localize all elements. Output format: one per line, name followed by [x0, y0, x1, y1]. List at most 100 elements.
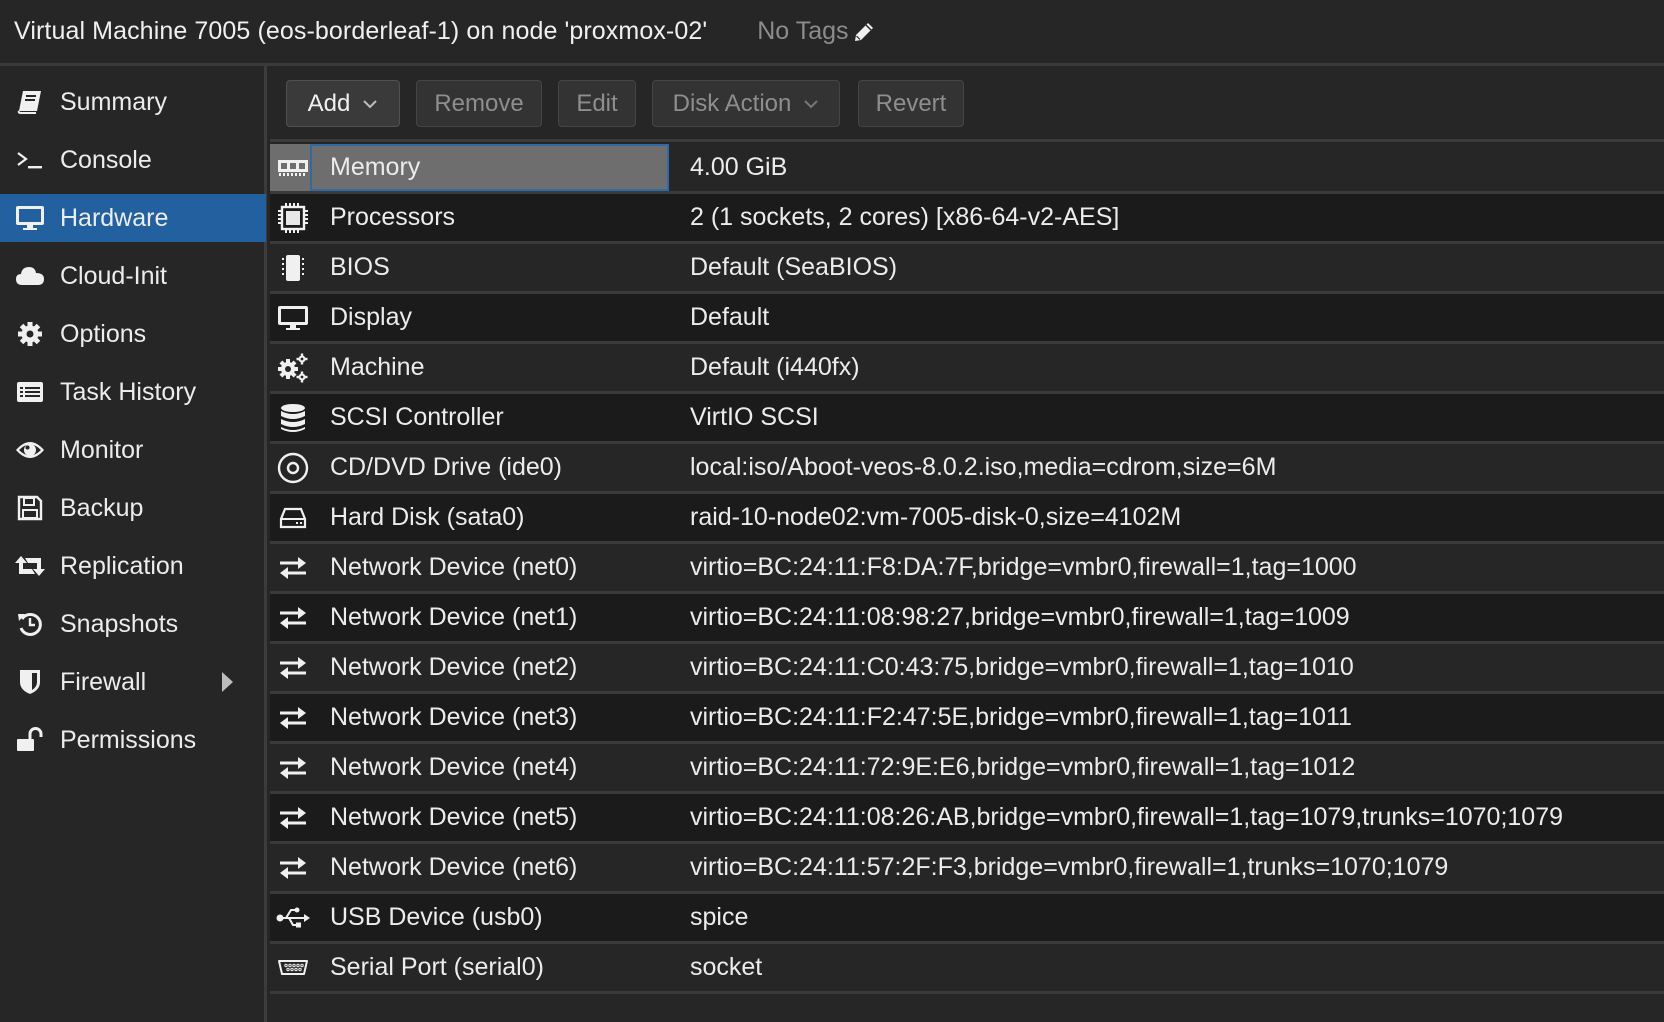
hardware-name: Network Device (net5) [330, 803, 578, 831]
table-row[interactable]: CD/DVD Drive (ide0) local:iso/Aboot-veos… [270, 444, 1664, 494]
table-row[interactable]: Network Device (net5) virtio=BC:24:11:08… [270, 794, 1664, 844]
hardware-value: Default (i440fx) [690, 353, 860, 381]
pencil-icon[interactable] [853, 21, 875, 43]
sidebar-item-snapshots[interactable]: Snapshots [0, 600, 266, 648]
table-row[interactable]: Network Device (net6) virtio=BC:24:11:57… [270, 844, 1664, 894]
page-title: Virtual Machine 7005 (eos-borderleaf-1) … [14, 17, 708, 45]
hardware-name: USB Device (usb0) [330, 903, 543, 931]
table-row[interactable]: USB Device (usb0) spice [270, 894, 1664, 944]
tags-label: No Tags [757, 17, 849, 45]
hardware-value: 4.00 GiB [690, 153, 788, 181]
hardware-name: Processors [330, 203, 456, 231]
cpu-icon [276, 201, 310, 235]
history-icon [14, 608, 46, 640]
hardware-panel: Add Remove Edit Disk Action Revert Memor… [270, 66, 1664, 1022]
exchange-icon [276, 551, 310, 585]
usb-icon [276, 901, 310, 935]
gear-icon [14, 318, 46, 350]
sidebar-item-monitor[interactable]: Monitor [0, 426, 266, 474]
hardware-name: Network Device (net4) [330, 753, 578, 781]
sidebar-item-replication[interactable]: Replication [0, 542, 266, 590]
unlock-icon [14, 724, 46, 756]
hardware-name: Hard Disk (sata0) [330, 503, 525, 531]
sidebar-item-task-history[interactable]: Task History [0, 368, 266, 416]
hardware-value: virtio=BC:24:11:F8:DA:7F,bridge=vmbr0,fi… [690, 553, 1357, 581]
book-icon [14, 86, 46, 118]
exchange-icon [276, 801, 310, 835]
table-row[interactable]: Network Device (net1) virtio=BC:24:11:08… [270, 594, 1664, 644]
hardware-name: Serial Port (serial0) [330, 953, 544, 981]
hardware-name: Machine [330, 353, 425, 381]
hardware-value: Default [690, 303, 770, 331]
edit-button[interactable]: Edit [558, 80, 636, 127]
hardware-value: Default (SeaBIOS) [690, 253, 898, 281]
desktop-icon [276, 301, 310, 335]
exchange-icon [276, 851, 310, 885]
sidebar-nav: Summary Console Hardware Cloud-Init Opti… [0, 66, 267, 1022]
hardware-name: Network Device (net3) [330, 703, 578, 731]
expand-arrow-icon[interactable] [222, 672, 233, 692]
hardware-name: BIOS [330, 253, 390, 281]
hardware-value: spice [690, 903, 749, 931]
list-alt-icon [14, 376, 46, 408]
table-row[interactable]: Hard Disk (sata0) raid-10-node02:vm-7005… [270, 494, 1664, 544]
hardware-value: virtio=BC:24:11:08:26:AB,bridge=vmbr0,fi… [690, 803, 1564, 831]
hardware-value: raid-10-node02:vm-7005-disk-0,size=4102M [690, 503, 1182, 531]
chevron-down-icon [363, 99, 378, 108]
sidebar-item-backup[interactable]: Backup [0, 484, 266, 532]
microchip-icon [276, 251, 310, 285]
hardware-name: Network Device (net1) [330, 603, 578, 631]
hardware-value: local:iso/Aboot-veos-8.0.2.iso,media=cdr… [690, 453, 1277, 481]
table-row[interactable]: BIOS Default (SeaBIOS) [270, 244, 1664, 294]
cdrom-icon [276, 451, 310, 485]
hardware-value: virtio=BC:24:11:57:2F:F3,bridge=vmbr0,fi… [690, 853, 1449, 881]
disk-action-button[interactable]: Disk Action [652, 80, 840, 127]
table-row[interactable]: Machine Default (i440fx) [270, 344, 1664, 394]
table-row[interactable]: Memory 4.00 GiB [270, 144, 1664, 194]
table-row[interactable]: Serial Port (serial0) socket [270, 944, 1664, 994]
exchange-icon [276, 701, 310, 735]
memory-icon [276, 151, 310, 185]
sidebar-item-options[interactable]: Options [0, 310, 266, 358]
sidebar-item-console[interactable]: Console [0, 136, 266, 184]
table-row[interactable]: Network Device (net0) virtio=BC:24:11:F8… [270, 544, 1664, 594]
hardware-toolbar: Add Remove Edit Disk Action Revert [270, 66, 1664, 142]
terminal-icon [14, 144, 46, 176]
add-button[interactable]: Add [286, 80, 400, 127]
eye-icon [14, 434, 46, 466]
exchange-icon [276, 601, 310, 635]
sidebar-item-hardware[interactable]: Hardware [0, 194, 266, 242]
sidebar-item-firewall[interactable]: Firewall [0, 658, 266, 706]
page-header: Virtual Machine 7005 (eos-borderleaf-1) … [0, 0, 1664, 66]
shield-icon [14, 666, 46, 698]
database-icon [276, 401, 310, 435]
chevron-down-icon [804, 99, 819, 108]
hardware-value: virtio=BC:24:11:72:9E:E6,bridge=vmbr0,fi… [690, 753, 1356, 781]
hardware-name: Network Device (net0) [330, 553, 578, 581]
hardware-name: Memory [310, 144, 669, 191]
table-row[interactable]: Network Device (net4) virtio=BC:24:11:72… [270, 744, 1664, 794]
hardware-value: VirtIO SCSI [690, 403, 819, 431]
remove-button[interactable]: Remove [416, 80, 542, 127]
cogs-icon [276, 351, 310, 385]
hardware-value: virtio=BC:24:11:F2:47:5E,bridge=vmbr0,fi… [690, 703, 1352, 731]
hardware-name: CD/DVD Drive (ide0) [330, 453, 562, 481]
hardware-name: SCSI Controller [330, 403, 504, 431]
table-row[interactable]: Network Device (net2) virtio=BC:24:11:C0… [270, 644, 1664, 694]
table-row[interactable]: Network Device (net3) virtio=BC:24:11:F2… [270, 694, 1664, 744]
sidebar-item-cloud-init[interactable]: Cloud-Init [0, 252, 266, 300]
table-row[interactable]: Display Default [270, 294, 1664, 344]
sidebar-item-summary[interactable]: Summary [0, 78, 266, 126]
hardware-value: virtio=BC:24:11:C0:43:75,bridge=vmbr0,fi… [690, 653, 1354, 681]
hardware-name: Network Device (net6) [330, 853, 578, 881]
tags-edit[interactable]: No Tags [757, 17, 874, 46]
hardware-name: Display [330, 303, 412, 331]
hardware-name: Network Device (net2) [330, 653, 578, 681]
hardware-value: 2 (1 sockets, 2 cores) [x86-64-v2-AES] [690, 203, 1120, 231]
cloud-icon [14, 260, 46, 292]
floppy-icon [14, 492, 46, 524]
revert-button[interactable]: Revert [858, 80, 964, 127]
sidebar-item-permissions[interactable]: Permissions [0, 716, 266, 764]
table-row[interactable]: SCSI Controller VirtIO SCSI [270, 394, 1664, 444]
table-row[interactable]: Processors 2 (1 sockets, 2 cores) [x86-6… [270, 194, 1664, 244]
